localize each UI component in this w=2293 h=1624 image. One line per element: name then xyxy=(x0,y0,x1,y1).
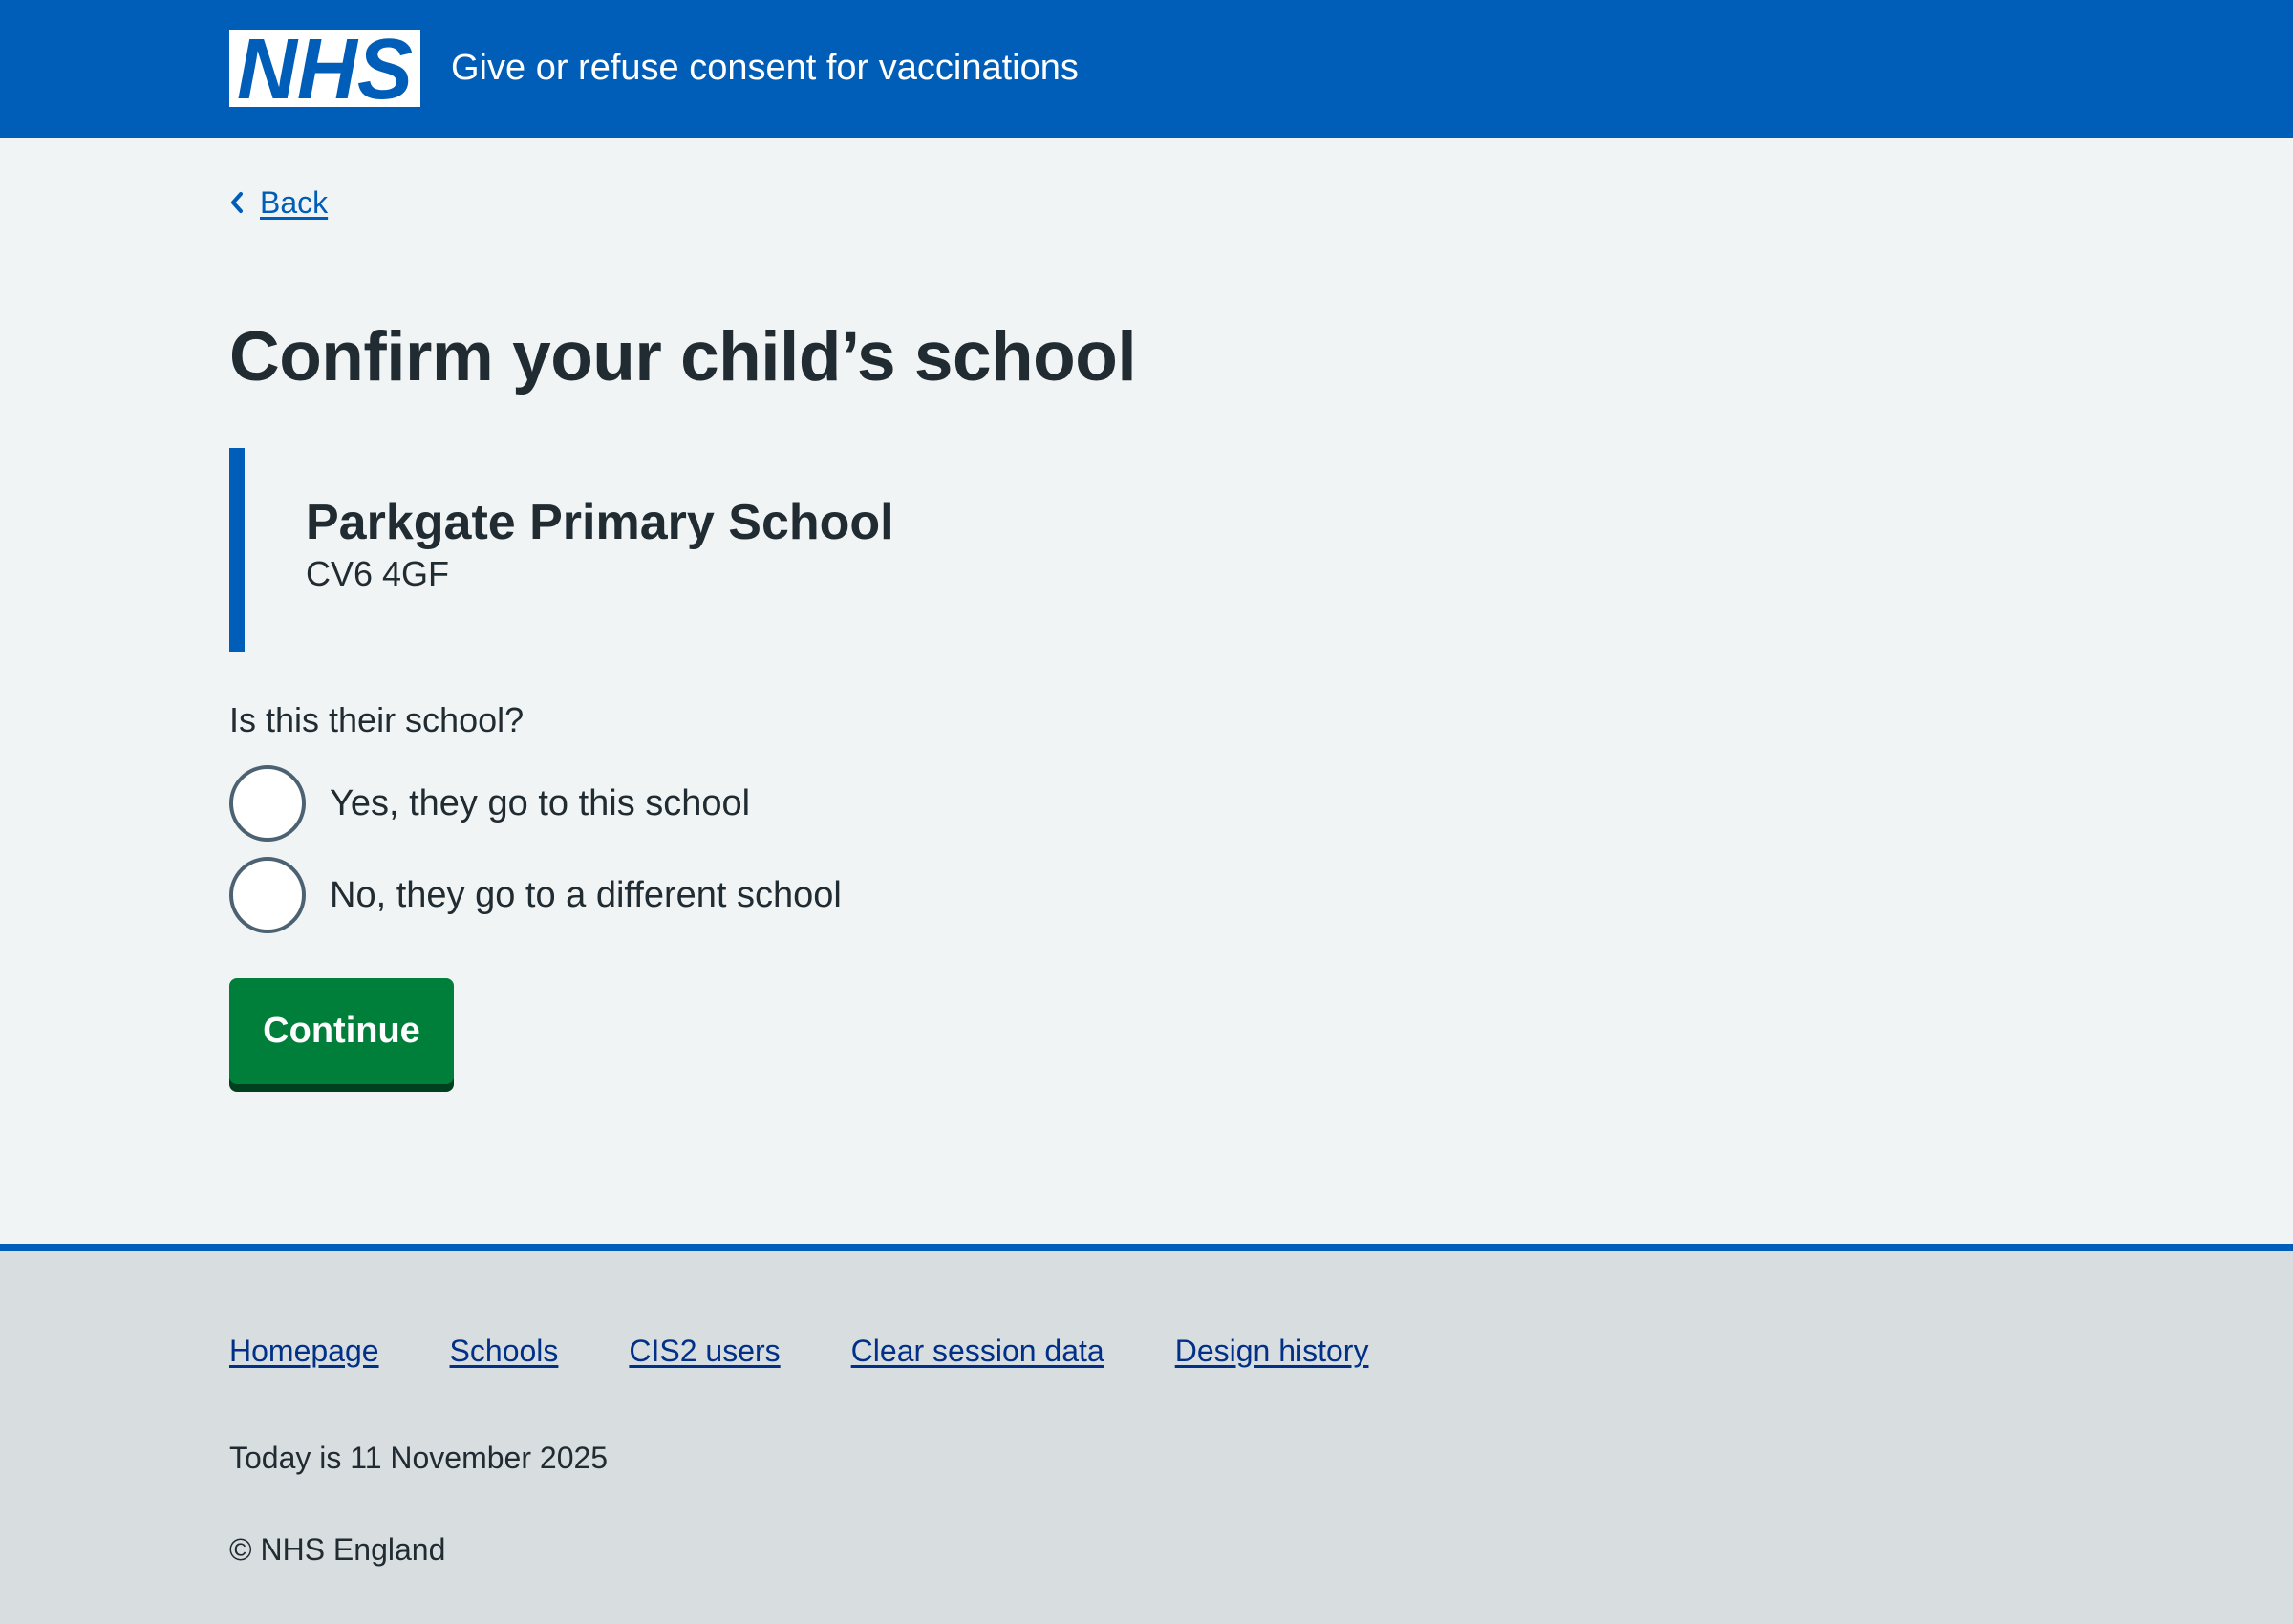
footer-links: Homepage Schools CIS2 users Clear sessio… xyxy=(229,1332,1439,1370)
back-link-label: Back xyxy=(260,184,329,220)
footer-link-homepage[interactable]: Homepage xyxy=(229,1332,379,1370)
footer-link-schools[interactable]: Schools xyxy=(450,1332,559,1370)
radio-button-yes[interactable] xyxy=(229,765,306,842)
radio-label-no: No, they go to a different school xyxy=(330,875,842,915)
continue-button[interactable]: Continue xyxy=(229,978,454,1084)
nhs-logo-text: NHS xyxy=(237,30,413,107)
nhs-logo-icon: NHS xyxy=(229,30,420,107)
footer-link-clear-session-data[interactable]: Clear session data xyxy=(851,1332,1104,1370)
main-content: Back Confirm your child’s school Parkgat… xyxy=(0,138,2293,1247)
footer-date: Today is 11 November 2025 xyxy=(229,1441,609,1475)
school-name: Parkgate Primary School xyxy=(306,495,894,550)
radio-question-legend: Is this their school? xyxy=(229,700,525,739)
page-title: Confirm your child’s school xyxy=(229,318,1137,395)
radio-option-no[interactable]: No, they go to a different school xyxy=(229,857,842,933)
nhs-logo[interactable]: NHS xyxy=(229,30,420,107)
footer-copyright: © NHS England xyxy=(229,1532,446,1567)
site-footer: Homepage Schools CIS2 users Clear sessio… xyxy=(0,1244,2293,1624)
footer-link-cis2-users[interactable]: CIS2 users xyxy=(629,1332,780,1370)
radio-option-yes[interactable]: Yes, they go to this school xyxy=(229,765,750,842)
service-name[interactable]: Give or refuse consent for vaccinations xyxy=(451,42,1079,94)
chevron-left-icon xyxy=(231,192,243,213)
back-link[interactable]: Back xyxy=(229,183,328,222)
radio-label-yes: Yes, they go to this school xyxy=(330,783,751,823)
footer-link-design-history[interactable]: Design history xyxy=(1175,1332,1369,1370)
school-postcode: CV6 4GF xyxy=(306,554,450,593)
site-header: NHS Give or refuse consent for vaccinati… xyxy=(0,0,2293,138)
school-inset-card: Parkgate Primary School CV6 4GF xyxy=(229,448,994,652)
radio-button-no[interactable] xyxy=(229,857,306,933)
